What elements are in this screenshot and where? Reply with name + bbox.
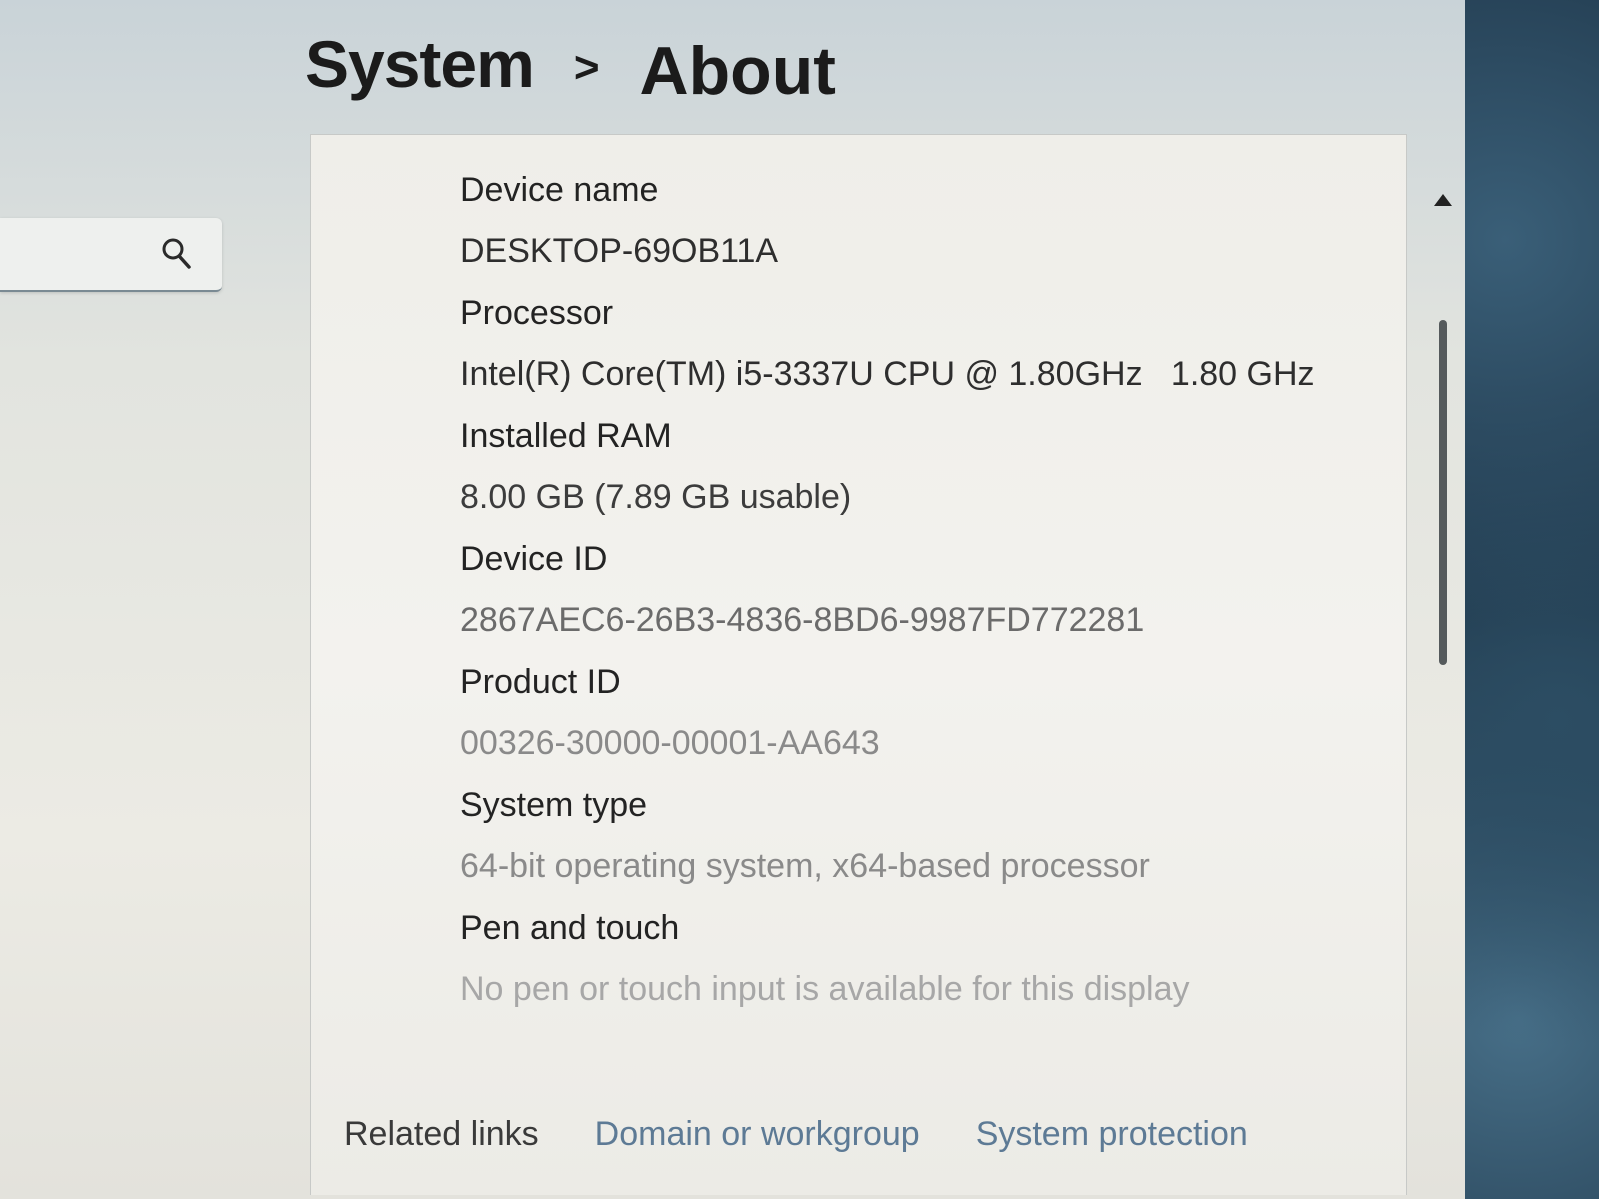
breadcrumb-separator: > — [573, 43, 600, 92]
spec-device-id: Device ID 2867AEC6-26B3-4836-8BD6-9987FD… — [460, 537, 1315, 660]
related-links-title: Related links — [344, 1115, 539, 1153]
spec-label: Installed RAM — [460, 417, 672, 455]
domain-or-workgroup-link[interactable]: Domain or workgroup — [595, 1115, 920, 1154]
spec-label: Device ID — [460, 540, 608, 578]
spec-label: Pen and touch — [460, 909, 680, 947]
search-input[interactable] — [0, 218, 222, 292]
spec-value: 2867AEC6-26B3-4836-8BD6-9987FD772281 — [460, 601, 1145, 639]
spec-pen-and-touch: Pen and touch No pen or touch input is a… — [460, 906, 1315, 1029]
spec-system-type: System type 64-bit operating system, x64… — [460, 783, 1315, 906]
breadcrumb-system[interactable]: System — [305, 26, 535, 102]
spec-value: 64-bit operating system, x64-based proce… — [460, 847, 1150, 885]
scroll-up-arrow-icon[interactable] — [1434, 194, 1452, 206]
spec-value: No pen or touch input is available for t… — [460, 970, 1190, 1008]
spec-label: Device name — [460, 171, 659, 209]
spec-label: Processor — [460, 294, 614, 332]
spec-value: DESKTOP-69OB11A — [460, 232, 779, 270]
related-links: Related links Domain or workgroup System… — [344, 1115, 1248, 1154]
spec-label: Product ID — [460, 663, 621, 701]
search-icon[interactable] — [160, 236, 192, 270]
device-bezel — [1465, 0, 1599, 1199]
spec-value: Intel(R) Core(TM) i5-3337U CPU @ 1.80GHz… — [460, 355, 1315, 393]
breadcrumb: System > About — [305, 18, 836, 110]
scrollbar-thumb[interactable] — [1439, 320, 1447, 665]
spec-product-id: Product ID 00326-30000-00001-AA643 — [460, 660, 1315, 783]
spec-installed-ram: Installed RAM 8.00 GB (7.89 GB usable) — [460, 414, 1315, 537]
page-title: About — [639, 33, 836, 109]
spec-label: System type — [460, 786, 648, 824]
device-specifications: Device name DESKTOP-69OB11A Processor In… — [460, 168, 1315, 1029]
scrollbar[interactable] — [1432, 180, 1454, 680]
spec-value: 00326-30000-00001-AA643 — [460, 724, 880, 762]
system-protection-link[interactable]: System protection — [976, 1115, 1248, 1154]
spec-device-name: Device name DESKTOP-69OB11A — [460, 168, 1315, 291]
spec-value: 8.00 GB (7.89 GB usable) — [460, 478, 852, 516]
spec-processor: Processor Intel(R) Core(TM) i5-3337U CPU… — [460, 291, 1315, 414]
